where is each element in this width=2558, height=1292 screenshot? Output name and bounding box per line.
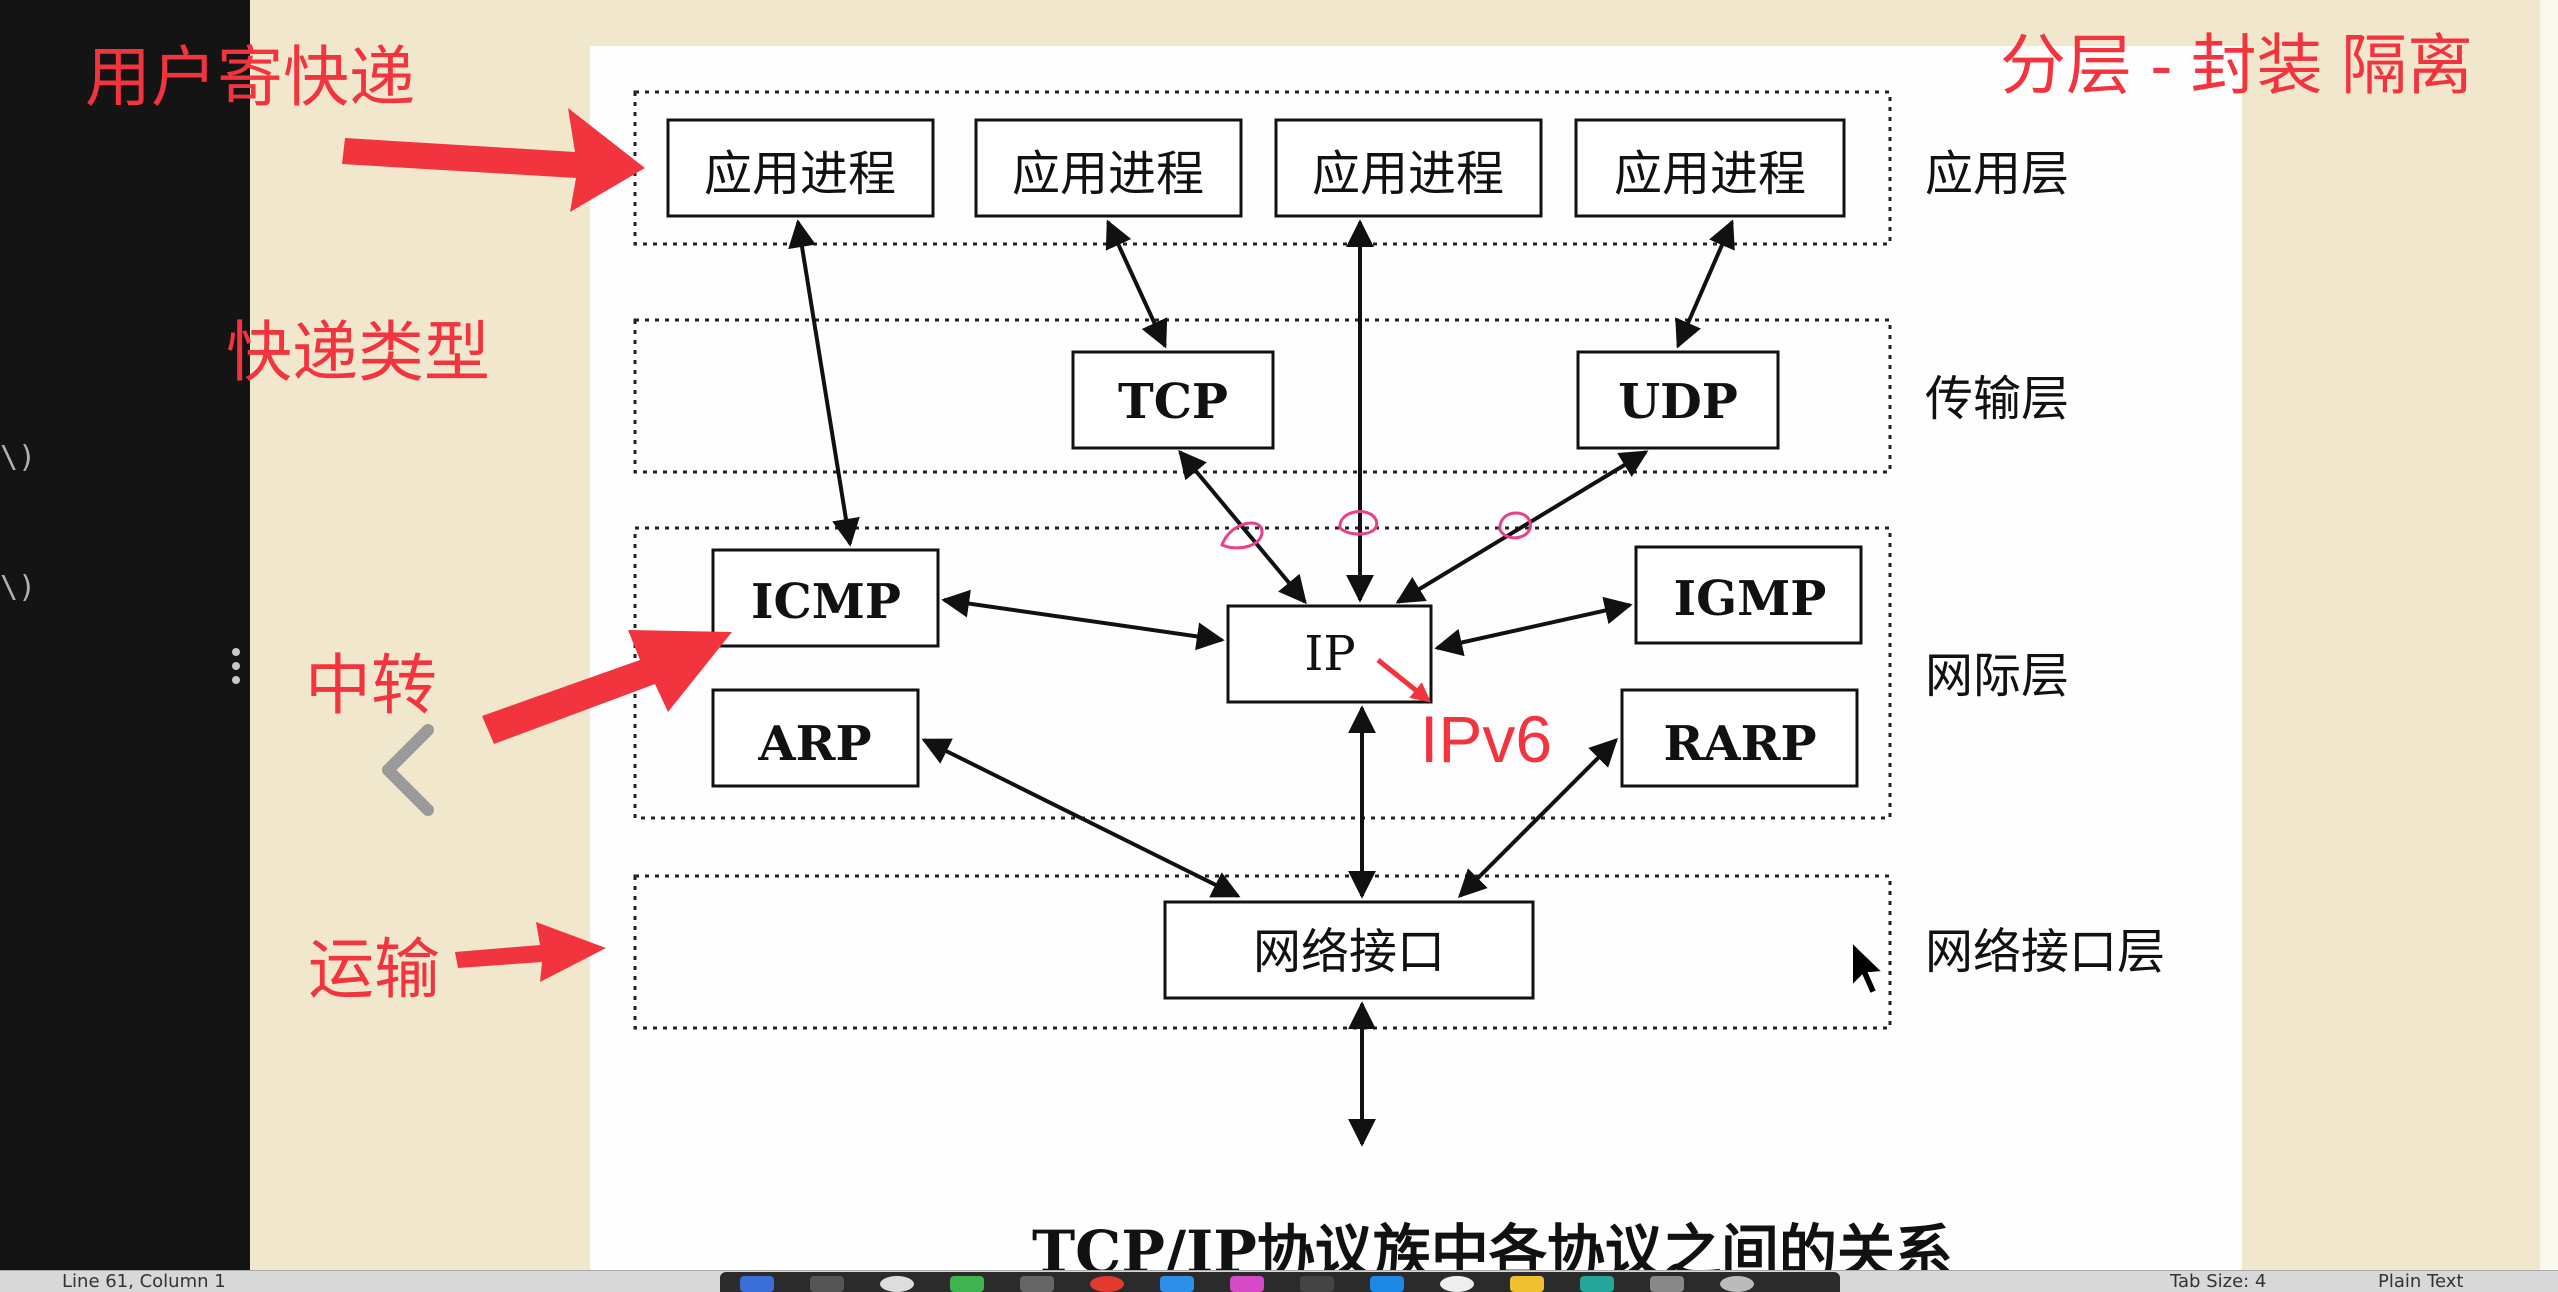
dock-app-icon[interactable] [1510, 1276, 1544, 1292]
node-app1: 应用进程 [666, 118, 935, 218]
red-arrow-transport [455, 922, 606, 982]
dock-app-icon[interactable] [1300, 1276, 1334, 1292]
layer-label-transport: 传输层 [1925, 371, 2069, 427]
svg-text:IGMP: IGMP [1674, 571, 1827, 627]
node-rarp: RARP [1620, 688, 1859, 788]
mouse-cursor-icon [1851, 939, 1886, 996]
annotation-relay: 中转 [305, 648, 437, 722]
tab-size[interactable]: Tab Size: 4 [2170, 1271, 2266, 1292]
svg-text:ICMP: ICMP [751, 574, 901, 630]
red-arrow-relay [482, 630, 732, 744]
annotation-ipv6: IPv6 [1420, 702, 1552, 776]
dock-app-icon[interactable] [1650, 1276, 1684, 1292]
svg-text:RARP: RARP [1663, 716, 1816, 772]
node-app3: 应用进程 [1274, 118, 1543, 218]
dock-app-icon[interactable] [880, 1276, 914, 1292]
cursor-position[interactable]: Line 61, Column 1 [62, 1271, 226, 1292]
node-igmp: IGMP [1634, 545, 1863, 645]
dock-app-icon[interactable] [1020, 1276, 1054, 1292]
syntax-mode[interactable]: Plain Text [2378, 1271, 2463, 1292]
dock-app-icon[interactable] [1230, 1276, 1264, 1292]
arrow-app1-icmp [788, 219, 860, 547]
annotation-express-type: 快递类型 [226, 315, 490, 389]
dock [720, 1272, 1840, 1292]
dock-app-icon[interactable] [1580, 1276, 1614, 1292]
layer-label-application: 应用层 [1925, 146, 2069, 202]
dock-app-icon[interactable] [950, 1276, 984, 1292]
dock-app-icon[interactable] [1370, 1276, 1404, 1292]
svg-text:UDP: UDP [1618, 374, 1738, 430]
dock-app-icon[interactable] [1090, 1276, 1124, 1292]
arrow-icmp-ip [941, 589, 1225, 651]
svg-text:ARP: ARP [757, 716, 871, 772]
node-app2: 应用进程 [974, 118, 1243, 218]
svg-text:IP: IP [1304, 626, 1355, 682]
dock-app-icon[interactable] [1440, 1276, 1474, 1292]
svg-text:应用进程: 应用进程 [1012, 146, 1204, 202]
layer-label-network: 网际层 [1925, 648, 2069, 704]
node-app4: 应用进程 [1574, 118, 1846, 218]
annotation-user-mail: 用户寄快递 [85, 40, 415, 114]
node-udp: UDP [1576, 350, 1780, 450]
node-arp: ARP [711, 688, 920, 788]
node-icmp: ICMP [711, 548, 940, 648]
annotation-transport: 运输 [308, 932, 440, 1006]
node-tcp: TCP [1071, 350, 1275, 450]
arrow-app4-udp [1675, 219, 1735, 349]
svg-text:应用进程: 应用进程 [704, 146, 896, 202]
arrow-app2-tcp [1105, 219, 1168, 349]
tcpip-diagram: 应用层 传输层 网际层 网络接口层 应用进程 应用进程 应用进程 应用进程 TC… [85, 28, 2473, 1286]
svg-text:TCP: TCP [1118, 374, 1228, 430]
dock-app-icon[interactable] [740, 1276, 774, 1292]
dock-app-icon[interactable] [1720, 1276, 1754, 1292]
chevron-left-icon [382, 724, 434, 816]
annotation-top-right: 分层 - 封装 隔离 [2000, 28, 2473, 102]
arrow-igmp-ip [1434, 596, 1633, 657]
svg-text:网络接口: 网络接口 [1253, 924, 1445, 980]
dock-app-icon[interactable] [810, 1276, 844, 1292]
layer-label-link: 网络接口层 [1925, 924, 2165, 980]
svg-text:应用进程: 应用进程 [1614, 146, 1806, 202]
red-arrow-user-mail [342, 108, 645, 212]
node-network-interface: 网络接口 [1163, 900, 1535, 1000]
dock-app-icon[interactable] [1160, 1276, 1194, 1292]
svg-text:应用进程: 应用进程 [1312, 146, 1504, 202]
node-ip: IP [1226, 604, 1433, 704]
